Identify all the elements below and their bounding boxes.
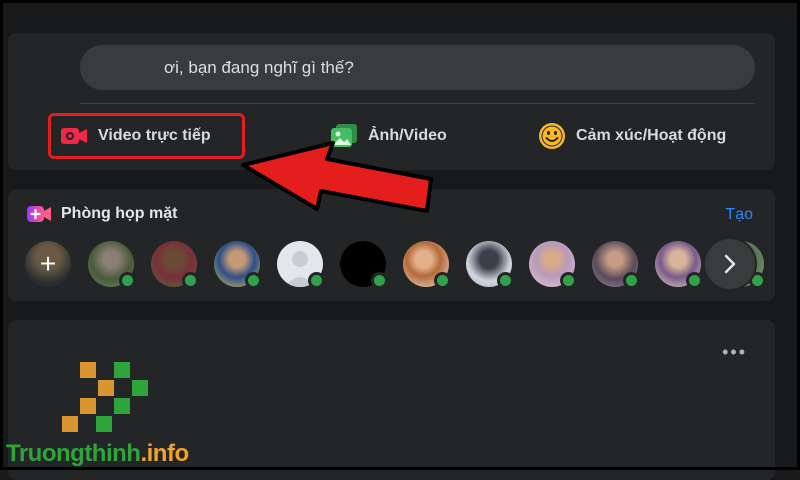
feeling-emoji-icon	[539, 123, 565, 149]
whats-on-your-mind-input[interactable]: ơi, bạn đang nghĩ gì thế?	[80, 45, 755, 90]
rooms-header: Phòng họp mặt	[26, 205, 177, 223]
scroll-next-button[interactable]	[705, 239, 755, 289]
watermark-text: Truongthinh.info	[6, 440, 189, 467]
contact-avatar[interactable]	[466, 241, 514, 289]
contact-avatar[interactable]	[655, 241, 703, 289]
create-room-link[interactable]: Tạo	[725, 206, 753, 224]
plus-icon: +	[39, 248, 57, 279]
watermark-logo	[62, 362, 148, 432]
annotation-arrow	[241, 141, 433, 213]
rooms-title: Phòng họp mặt	[61, 205, 178, 222]
more-dots-icon[interactable]: •••	[722, 342, 747, 363]
divider	[80, 103, 755, 104]
room-camera-icon	[27, 206, 51, 222]
composer-placeholder: ơi, bạn đang nghĩ gì thế?	[164, 58, 354, 77]
contact-avatar[interactable]	[592, 241, 640, 289]
contact-avatar[interactable]	[277, 241, 325, 289]
chevron-right-icon	[724, 254, 736, 274]
feeling-activity-label: Cảm xúc/Hoạt động	[576, 127, 727, 144]
contact-avatar[interactable]	[214, 241, 262, 289]
contact-avatar[interactable]	[88, 241, 136, 289]
feeling-activity-button[interactable]: Cảm xúc/Hoạt động	[538, 116, 726, 156]
contact-avatar[interactable]	[340, 241, 388, 289]
contact-avatar[interactable]	[403, 241, 451, 289]
create-room-avatar[interactable]: +	[25, 241, 71, 287]
contact-avatar[interactable]	[151, 241, 199, 289]
annotation-highlight-box	[48, 113, 245, 159]
contact-avatar[interactable]	[529, 241, 577, 289]
